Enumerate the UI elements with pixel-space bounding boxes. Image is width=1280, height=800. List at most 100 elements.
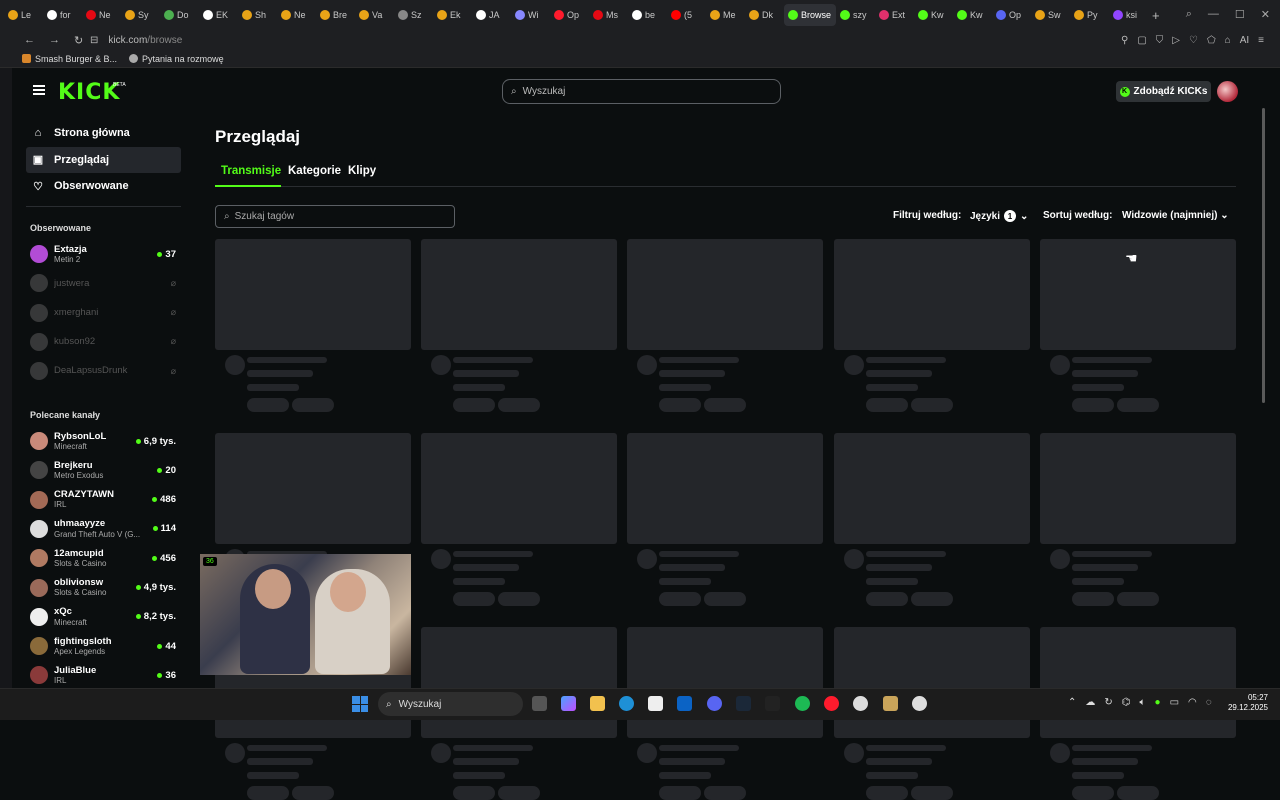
wifi-icon[interactable]: ◠ (1188, 697, 1197, 708)
channel-item[interactable]: oblivionsw Slots & Casino 4,9 tys. (30, 575, 180, 601)
stream-card-placeholder[interactable] (421, 627, 617, 800)
league-icon[interactable] (883, 696, 898, 711)
kick-logo[interactable]: KICK (58, 80, 120, 105)
channel-item[interactable]: JuliaBlue IRL 36 (30, 662, 180, 688)
spotify-icon[interactable] (795, 696, 810, 711)
volume-icon[interactable]: 🔈︎ (1140, 697, 1146, 708)
back-icon[interactable]: ← (24, 34, 35, 47)
epic-games-icon[interactable] (765, 696, 780, 711)
forward-icon[interactable]: → (49, 34, 60, 47)
browser-tab[interactable]: Wi (511, 4, 550, 26)
outlook-icon[interactable] (677, 696, 692, 711)
stream-card-placeholder[interactable] (421, 433, 617, 606)
stream-card-placeholder[interactable] (215, 433, 411, 606)
channel-item[interactable]: xQc Minecraft 8,2 tys. (30, 604, 180, 630)
site-info-icon[interactable]: ⊟ (90, 35, 98, 46)
stream-card-placeholder[interactable] (215, 239, 411, 412)
channel-item[interactable]: uhmaayyze Grand Theft Auto V (G... 114 (30, 516, 180, 542)
heart-icon[interactable]: ♡ (1189, 35, 1198, 46)
browser-tab[interactable]: Kw (953, 4, 992, 26)
pin-icon[interactable]: ⚲ (1121, 35, 1128, 46)
chevron-up-icon[interactable]: ⌃ (1068, 697, 1076, 708)
file-explorer-icon[interactable] (590, 696, 605, 711)
channel-item[interactable]: kubson92 ⌀ (30, 329, 180, 355)
cloud-icon[interactable]: ☁ (1085, 697, 1095, 708)
shield-icon[interactable]: ⛉ (1156, 35, 1164, 46)
taskbar-clock[interactable]: 05:27 29.12.2025 (1225, 693, 1268, 714)
browser-tab[interactable]: Le (4, 4, 43, 26)
browser-tab[interactable]: Bre (316, 4, 355, 26)
stream-card-placeholder[interactable] (627, 239, 823, 412)
tab-categories[interactable]: Kategorie (288, 165, 341, 177)
browser-tab[interactable]: ksi (1109, 4, 1148, 26)
network-icon[interactable]: ⌬ (1122, 697, 1131, 708)
browser-tab[interactable]: be (628, 4, 667, 26)
browser-tab[interactable]: Ek (433, 4, 472, 26)
notifications-icon[interactable]: ◌ (1206, 697, 1212, 708)
play-icon[interactable]: ▷ (1172, 35, 1180, 46)
extensions-icon[interactable]: ⬠ (1207, 35, 1216, 46)
page-scrollbar[interactable] (1262, 108, 1265, 403)
discord-icon[interactable] (707, 696, 722, 711)
copilot-icon[interactable] (561, 696, 576, 711)
bookmark-item[interactable]: Smash Burger & B... (22, 54, 117, 64)
browser-tab[interactable]: Browse (784, 4, 836, 26)
stream-card-placeholder[interactable] (834, 239, 1030, 412)
browser-tab[interactable]: Ne (82, 4, 121, 26)
channel-item[interactable]: RybsonLoL Minecraft 6,9 tys. (30, 428, 180, 454)
stream-card-placeholder[interactable] (1040, 627, 1236, 800)
channel-item[interactable]: DeaLapsusDrunk ⌀ (30, 358, 180, 384)
user-avatar[interactable] (1217, 81, 1238, 102)
reload-icon[interactable]: ↻ (74, 34, 83, 47)
search-tabs-icon[interactable]: ⌕ (1186, 8, 1192, 21)
sync-icon[interactable]: ↻ (1104, 697, 1112, 708)
steam-icon[interactable] (736, 696, 751, 711)
obs-icon[interactable] (853, 696, 868, 711)
sidebar-item-browse[interactable]: ▣ Przeglądaj (26, 146, 181, 173)
edge-icon[interactable] (619, 696, 634, 711)
windows-start-icon[interactable] (352, 696, 368, 712)
channel-item[interactable]: Extazja Metin 2 37 (30, 241, 180, 267)
browser-tab[interactable]: szy (836, 4, 875, 26)
channel-item[interactable]: CRAZYTAWN IRL 486 (30, 487, 180, 513)
new-tab-button[interactable]: + (1152, 8, 1160, 23)
taskbar-search[interactable]: ⌕ Wyszukaj (378, 692, 523, 716)
task-view-icon[interactable] (532, 696, 547, 711)
wallet-icon[interactable]: ⌂ (1225, 35, 1231, 46)
browser-tab[interactable]: Sw (1031, 4, 1070, 26)
stream-card-placeholder[interactable] (627, 627, 823, 800)
browser-tab[interactable]: Me (706, 4, 745, 26)
stream-card-placeholder[interactable] (834, 627, 1030, 800)
browser-tab[interactable]: Ne (277, 4, 316, 26)
search-input[interactable]: ⌕ Wyszukaj (502, 79, 781, 104)
browser-tab[interactable]: Sz (394, 4, 433, 26)
close-icon[interactable]: ✕ (1261, 8, 1270, 21)
browser-tab[interactable]: for (43, 4, 82, 26)
opera-gx-icon[interactable] (824, 696, 839, 711)
get-kicks-button[interactable]: K Zdobądź KICKs (1116, 81, 1211, 102)
browser-tab[interactable]: Dk (745, 4, 784, 26)
stream-card-placeholder[interactable] (1040, 239, 1236, 412)
stream-card-placeholder[interactable] (421, 239, 617, 412)
browser-tab[interactable]: Sy (121, 4, 160, 26)
microphone-icon[interactable]: ● (1155, 697, 1161, 708)
browser-tab[interactable]: Sh (238, 4, 277, 26)
browser-tab[interactable]: JA (472, 4, 511, 26)
stream-card-placeholder[interactable] (834, 433, 1030, 606)
tab-clips[interactable]: Klipy (348, 165, 376, 177)
channel-item[interactable]: justwera ⌀ (30, 270, 180, 296)
ai-icon[interactable]: AI (1240, 35, 1249, 46)
browser-tab[interactable]: Va (355, 4, 394, 26)
tab-streams[interactable]: Transmisje (221, 165, 281, 177)
sidebar-item-heart[interactable]: ♡ Obserwowane (26, 173, 181, 199)
hamburger-menu-icon[interactable] (33, 85, 45, 95)
maximize-icon[interactable]: ☐ (1235, 8, 1245, 21)
store-icon[interactable] (648, 696, 663, 711)
sort-dropdown[interactable]: Widzowie (najmniej) ⌄ (1122, 210, 1229, 221)
browser-tab[interactable]: (5 (667, 4, 706, 26)
browser-tab[interactable]: Ms (589, 4, 628, 26)
bookmark-item[interactable]: Pytania na rozmowę (129, 54, 224, 64)
browser-tab[interactable]: Ext (875, 4, 914, 26)
browser-tab[interactable]: Op (992, 4, 1031, 26)
snapshot-icon[interactable]: ▢ (1137, 35, 1146, 46)
